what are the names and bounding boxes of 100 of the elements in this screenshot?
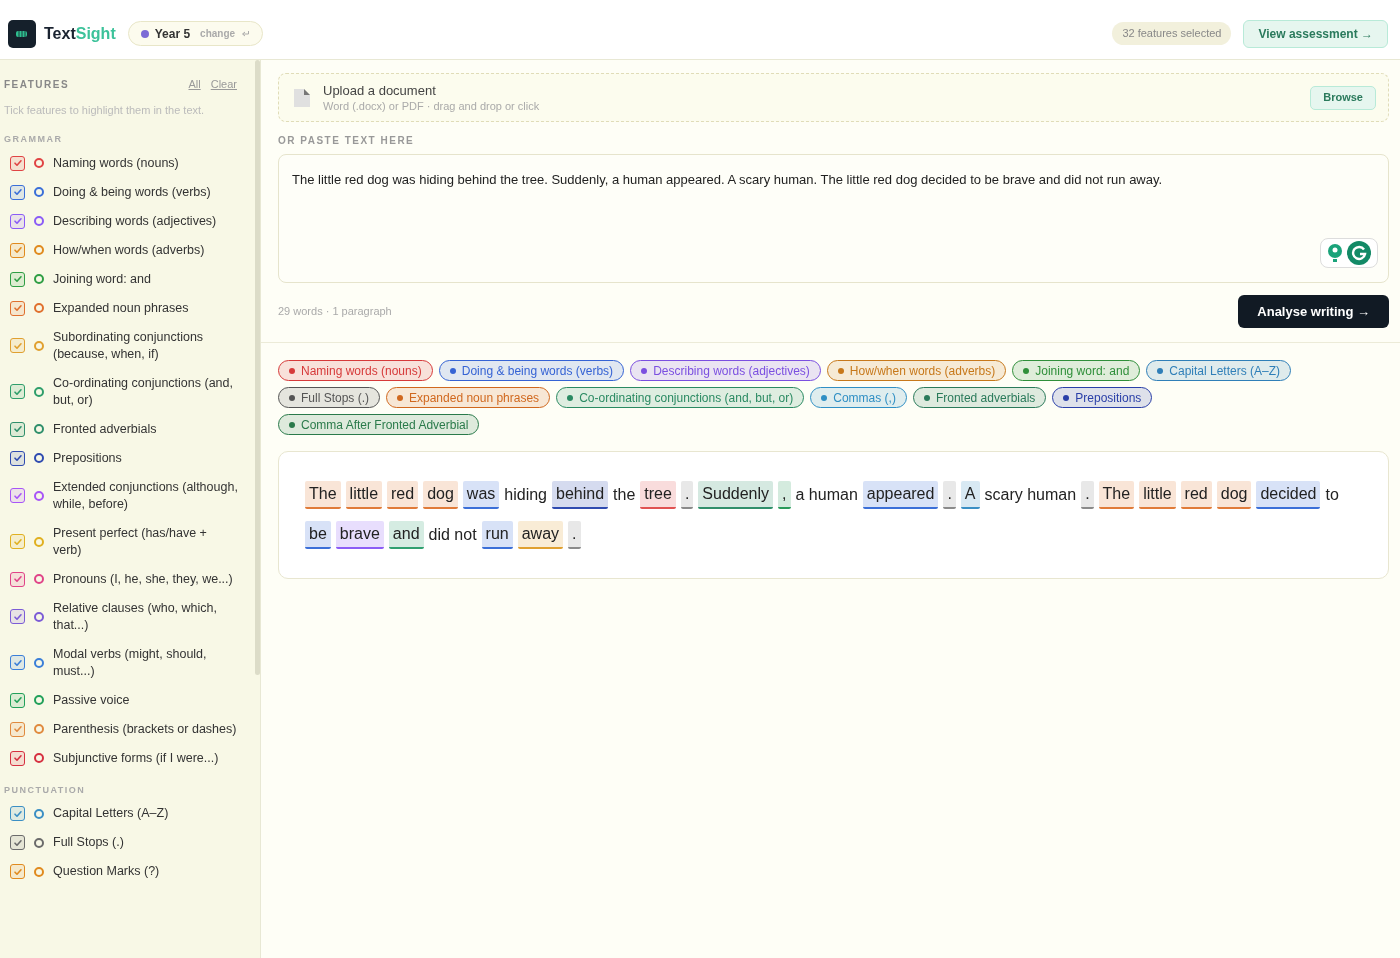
checkmark-icon (12, 837, 23, 848)
feature-item[interactable]: Parenthesis (brackets or dashes) (4, 714, 247, 744)
checkmark-icon (12, 340, 23, 351)
year-label: Year 5 (154, 25, 191, 43)
scrollbar-thumb[interactable] (255, 60, 260, 675)
group-heading: PUNCTUATION (4, 783, 87, 797)
tag-label: Naming words (nouns) (301, 362, 422, 380)
highlighted-word[interactable]: red (387, 481, 419, 509)
app-title: TextSight (44, 23, 116, 44)
highlighted-word[interactable]: Suddenly (698, 481, 774, 509)
checkbox[interactable] (10, 384, 25, 399)
highlighted-word[interactable]: behind (552, 481, 609, 509)
highlighted-word[interactable]: brave (335, 521, 384, 549)
feature-item[interactable]: Joining word: and (4, 264, 247, 294)
text-input[interactable]: The little red dog was hiding behind the tree. Suddenly, a human appeared. A scary human. The little red dog decided to be brave and did not run away. (278, 154, 1389, 283)
highlighted-word[interactable]: red (1180, 481, 1212, 509)
checkbox[interactable] (10, 421, 25, 437)
feature-label: Naming words (nouns) (53, 154, 179, 172)
checkbox[interactable] (10, 213, 25, 229)
checkmark-icon (12, 386, 23, 397)
upload-area[interactable]: Upload a document Word (.docx) or PDF · drag and drop or click Browse (278, 73, 1389, 122)
lightbulb-icon (1327, 244, 1343, 262)
checkbox[interactable] (10, 338, 25, 353)
highlighted-word[interactable]: tree (640, 481, 676, 509)
feature-item[interactable]: Full Stops (.) (4, 828, 247, 857)
checkbox[interactable] (10, 488, 25, 503)
feature-item[interactable]: Expanded noun phrases (4, 293, 247, 323)
highlighted-word[interactable]: A (960, 481, 980, 509)
checkmark-icon (12, 724, 23, 734)
highlighted-word[interactable]: . (568, 521, 581, 549)
feature-item[interactable]: Capital Letters (A–Z) (4, 799, 247, 828)
feature-item[interactable]: Pronouns (I, he, she, they, we...) (4, 564, 247, 594)
highlighted-word[interactable]: run (481, 521, 513, 549)
feature-item[interactable]: Fronted adverbials (4, 414, 247, 444)
checkbox[interactable] (10, 300, 25, 316)
highlighted-word[interactable]: The (305, 481, 341, 509)
highlighted-word[interactable]: . (1081, 481, 1094, 509)
browse-button[interactable]: Browse (1310, 85, 1376, 110)
checkbox[interactable] (10, 184, 25, 200)
checkbox[interactable] (10, 692, 25, 708)
checkbox[interactable] (10, 655, 25, 670)
checkbox[interactable] (10, 609, 25, 624)
feature-item[interactable]: Prepositions (4, 443, 247, 473)
checkmark-icon (12, 611, 23, 622)
feature-item[interactable]: Naming words (nouns) (4, 148, 247, 178)
assistant-widget[interactable] (1320, 238, 1378, 268)
highlighted-word[interactable]: and (388, 521, 424, 549)
checkbox[interactable] (10, 242, 25, 258)
highlighted-word[interactable]: be (305, 521, 331, 549)
feature-item[interactable]: Passive voice (4, 685, 247, 715)
checkmark-icon (12, 695, 23, 705)
checkbox[interactable] (10, 721, 25, 737)
checkbox[interactable] (10, 806, 25, 821)
feature-item[interactable]: Subordinating conjunctions (because, when, if) (4, 322, 247, 369)
return-icon (241, 29, 251, 38)
feature-label: Relative clauses (who, which, that...) (53, 599, 218, 634)
year-selector[interactable]: Year 5 change (127, 21, 264, 46)
checkmark-icon (12, 158, 23, 168)
feature-label: Subordinating conjunctions (because, when, if) (53, 328, 205, 363)
input-text: The little red dog was hiding behind the tree. Suddenly, a human appeared. A scary human. The little red dog decided to be brave and did not run away. (292, 172, 1163, 187)
checkbox[interactable] (10, 450, 25, 466)
checkbox[interactable] (10, 571, 25, 587)
feature-item[interactable]: Question Marks (?) (4, 857, 247, 886)
feature-item[interactable]: Relative clauses (who, which, that...) (4, 593, 247, 640)
feature-item[interactable]: Modal verbs (might, should, must...) (4, 639, 247, 686)
checkbox[interactable] (10, 864, 25, 879)
upload-title: Upload a document (323, 82, 437, 99)
checkbox[interactable] (10, 835, 25, 850)
checkbox[interactable] (10, 155, 25, 171)
view-assessment-button[interactable]: View assessment → (1243, 19, 1388, 48)
feature-label: Passive voice (53, 691, 130, 709)
checkbox[interactable] (10, 534, 25, 549)
highlighted-word[interactable]: decided (1256, 481, 1321, 509)
highlighted-word[interactable]: little (345, 481, 383, 509)
feature-item[interactable]: Extended conjunctions (although, while, before) (4, 472, 247, 519)
tag-label: Joining word: and (1035, 362, 1130, 380)
feature-item[interactable]: Co-ordinating conjunctions (and, but, or) (4, 368, 247, 415)
highlighted-word[interactable]: dog (1216, 481, 1252, 509)
highlighted-word[interactable]: The (1098, 481, 1135, 509)
highlighted-word[interactable]: . (943, 481, 956, 509)
tag-label: Full Stops (.) (301, 389, 369, 407)
checkbox[interactable] (10, 750, 25, 766)
feature-item[interactable]: Doing & being words (verbs) (4, 177, 247, 207)
feature-item[interactable]: How/when words (adverbs) (4, 235, 247, 265)
feature-item[interactable]: Subjunctive forms (if I were...) (4, 743, 247, 773)
highlighted-word[interactable]: , (778, 481, 791, 509)
highlighted-word[interactable]: was (462, 481, 500, 509)
checkbox[interactable] (10, 271, 25, 287)
highlighted-word[interactable]: away (517, 521, 564, 549)
highlighted-word[interactable]: appeared (862, 481, 939, 509)
highlighted-word[interactable]: little (1139, 481, 1176, 509)
highlighted-word[interactable]: . (680, 481, 694, 509)
sidebar-hint: Tick features to highlight them in the text. (4, 102, 206, 118)
checkmark-icon (12, 808, 23, 819)
feature-item[interactable]: Present perfect (has/have + verb) (4, 518, 247, 565)
logo-icon (8, 19, 36, 48)
feature-item[interactable]: Describing words (adjectives) (4, 206, 247, 236)
tag-label: Doing & being words (verbs) (461, 362, 614, 380)
analyse-button[interactable]: Analyse writing → (1238, 295, 1389, 328)
highlighted-word[interactable]: dog (423, 481, 458, 509)
